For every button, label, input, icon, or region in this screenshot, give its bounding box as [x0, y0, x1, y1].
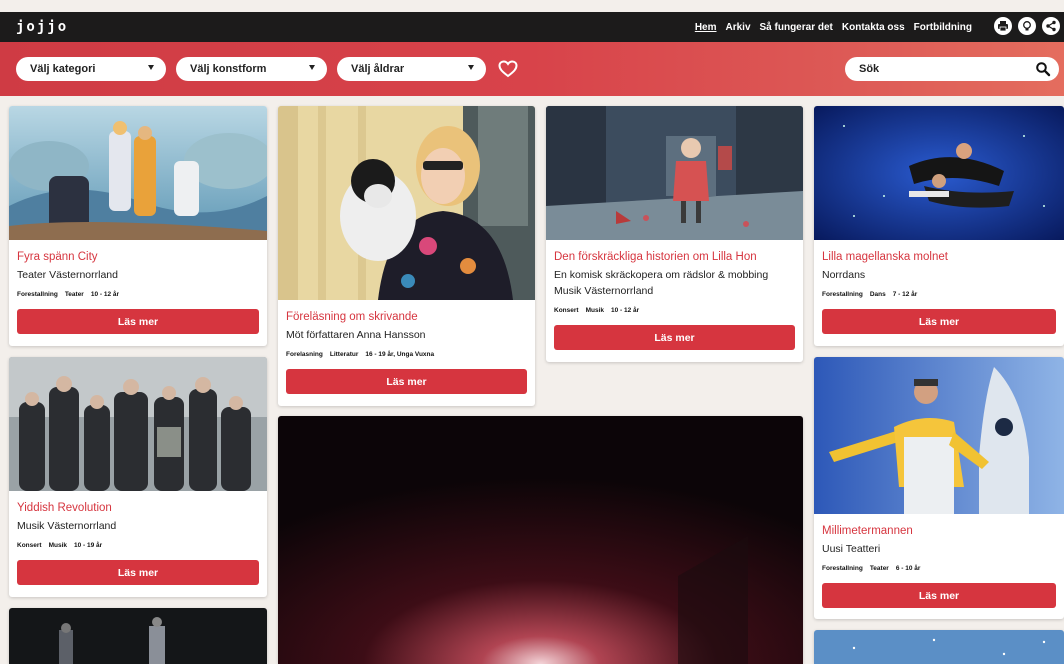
search-placeholder: Sök [859, 63, 880, 75]
event-card-partial [814, 630, 1064, 664]
tag-artform: Musik [585, 307, 604, 314]
featured-event-card [278, 416, 803, 664]
event-title[interactable]: Föreläsning om skrivande [286, 311, 418, 323]
event-title[interactable]: Lilla magellanska molnet [822, 251, 948, 263]
event-tags: Konsert Musik 10 - 19 år [17, 542, 109, 549]
tag-artform: Teater [869, 565, 889, 572]
tag-type: Konsert [554, 307, 579, 314]
tag-age: 6 - 10 år [895, 565, 921, 572]
tag-artform: Musik [48, 542, 67, 549]
event-subtitle: Norrdans [822, 269, 866, 281]
event-tags: Forestallning Teater 10 - 12 år [17, 291, 126, 298]
nav-item-fortbildning[interactable]: Fortbildning [914, 22, 972, 33]
chevron-down-icon [148, 65, 154, 70]
tag-age: 16 - 19 år, Unga Vuxna [365, 351, 435, 358]
chevron-down-icon [309, 65, 315, 70]
chevron-down-icon [468, 65, 474, 70]
read-more-button[interactable]: Läs mer [17, 309, 259, 334]
event-image[interactable] [9, 608, 267, 664]
event-title[interactable]: Millimetermannen [822, 525, 913, 537]
event-tags: Forestallning Teater 6 - 10 år [822, 565, 927, 572]
event-title[interactable]: Den förskräckliga historien om Lilla Hon [554, 251, 757, 263]
event-title[interactable]: Yiddish Revolution [17, 502, 112, 514]
read-more-button[interactable]: Läs mer [822, 583, 1056, 608]
ages-select-label: Välj åldrar [351, 63, 405, 75]
tag-type: Forelasning [286, 351, 323, 358]
event-card-lilla-hon: Den förskräckliga historien om Lilla Hon… [546, 106, 803, 362]
event-image[interactable] [278, 106, 535, 300]
filter-bar: Välj kategori Välj konstform Välj åldrar… [0, 42, 1064, 96]
tag-age: 10 - 12 år [90, 291, 120, 298]
event-card-fyra-spann-city: Fyra spänn City Teater Västernorrland Fo… [9, 106, 267, 346]
tag-artform: Teater [64, 291, 84, 298]
tag-artform: Dans [869, 291, 886, 298]
heart-icon[interactable] [498, 59, 518, 79]
artform-select-label: Välj konstform [190, 63, 267, 75]
tag-age: 10 - 12 år [610, 307, 640, 314]
read-more-button[interactable]: Läs mer [286, 369, 527, 394]
event-subtitle-organizer: Musik Västernorrland [554, 285, 654, 297]
event-tags: Forestallning Dans 7 - 12 år [822, 291, 924, 298]
event-title[interactable]: Fyra spänn City [17, 251, 98, 263]
event-subtitle: Teater Västernorrland [17, 269, 118, 281]
event-card-millimetermannen: Millimetermannen Uusi Teatteri Forestall… [814, 357, 1064, 619]
tag-type: Forestallning [822, 291, 863, 298]
read-more-button[interactable]: Läs mer [17, 560, 259, 585]
event-image[interactable] [814, 630, 1064, 664]
nav-item-kontakta-oss[interactable]: Kontakta oss [842, 22, 905, 33]
tag-age: 10 - 19 år [73, 542, 103, 549]
logo[interactable]: jojjo [16, 19, 68, 35]
tag-age: 7 - 12 år [892, 291, 918, 298]
event-image[interactable] [9, 357, 267, 491]
event-subtitle: En komisk skräckopera om rädslor & mobbi… [554, 269, 769, 281]
search-input[interactable]: Sök [845, 57, 1059, 81]
tag-type: Forestallning [822, 565, 863, 572]
tag-type: Konsert [17, 542, 42, 549]
tag-artform: Litteratur [329, 351, 359, 358]
read-more-button[interactable]: Läs mer [554, 325, 795, 350]
lightbulb-icon[interactable] [1018, 17, 1036, 35]
category-select-label: Välj kategori [30, 63, 96, 75]
main-nav: Hem Arkiv Så fungerar det Kontakta oss F… [695, 12, 972, 42]
search-icon[interactable] [1035, 61, 1051, 77]
event-subtitle: Musik Västernorrland [17, 520, 117, 532]
event-image[interactable] [278, 416, 803, 664]
event-subtitle: Uusi Teatteri [822, 543, 881, 555]
print-icon[interactable] [994, 17, 1012, 35]
read-more-button[interactable]: Läs mer [822, 309, 1056, 334]
event-image[interactable] [9, 106, 267, 240]
nav-item-sa-fungerar-det[interactable]: Så fungerar det [760, 22, 833, 33]
nav-item-arkiv[interactable]: Arkiv [726, 22, 751, 33]
event-card-forelasning-om-skrivande: Föreläsning om skrivande Möt författaren… [278, 106, 535, 406]
nav-item-hem[interactable]: Hem [695, 22, 717, 33]
event-tags: Konsert Musik 10 - 12 år [554, 307, 646, 314]
ages-select[interactable]: Välj åldrar [337, 57, 486, 81]
top-navbar: jojjo Hem Arkiv Så fungerar det Kontakta… [0, 12, 1064, 42]
event-image[interactable] [814, 357, 1064, 514]
artform-select[interactable]: Välj konstform [176, 57, 327, 81]
event-subtitle: Möt författaren Anna Hansson [286, 329, 426, 341]
event-card-partial [9, 608, 267, 664]
category-select[interactable]: Välj kategori [16, 57, 166, 81]
tag-type: Forestallning [17, 291, 58, 298]
event-tags: Forelasning Litteratur 16 - 19 år, Unga Vu… [286, 351, 441, 358]
share-icon[interactable] [1042, 17, 1060, 35]
event-image[interactable] [546, 106, 803, 240]
event-card-lilla-magellanska-molnet: Lilla magellanska molnet Norrdans Forest… [814, 106, 1064, 346]
nav-icons [994, 17, 1060, 35]
event-card-yiddish-revolution: Yiddish Revolution Musik Västernorrland … [9, 357, 267, 597]
event-image[interactable] [814, 106, 1064, 240]
